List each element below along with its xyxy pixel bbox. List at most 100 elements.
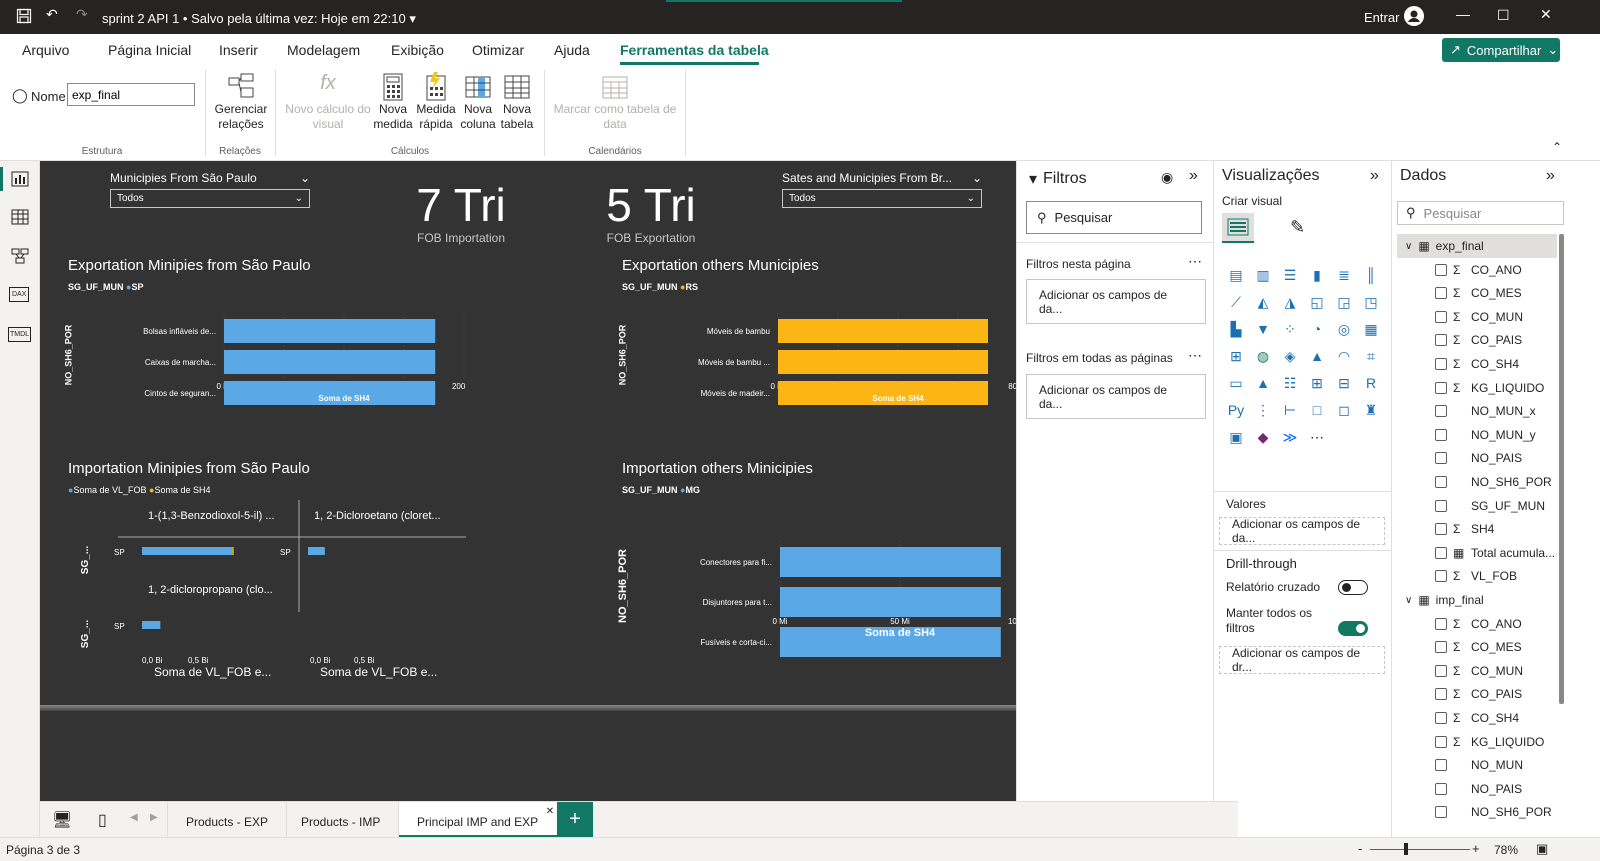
gauge-icon[interactable]: ◠ bbox=[1332, 345, 1356, 367]
field-checkbox[interactable] bbox=[1435, 735, 1447, 748]
quick-measure-button[interactable]: Medida rápida bbox=[415, 72, 457, 132]
filters-search-input[interactable]: ⚲ Pesquisar bbox=[1026, 201, 1202, 234]
field-item[interactable]: ▦ Total acumula... bbox=[1435, 541, 1555, 565]
table-icon[interactable]: ⊞ bbox=[1305, 372, 1329, 394]
clustered-column-chart-icon[interactable]: ▮ bbox=[1305, 264, 1329, 286]
add-page-filter-well[interactable]: Adicionar os campos de da... bbox=[1026, 279, 1206, 324]
signin-link[interactable]: Entrar bbox=[1364, 10, 1399, 25]
line-clustered-column-icon[interactable]: ◲ bbox=[1332, 291, 1356, 313]
donut-chart-icon[interactable]: ◎ bbox=[1332, 318, 1356, 340]
format-visual-tab[interactable]: ✎ bbox=[1290, 217, 1305, 238]
drill-through-well[interactable]: Adicionar os campos de dr... bbox=[1219, 646, 1385, 674]
field-item[interactable]: NO_PAIS bbox=[1435, 777, 1522, 801]
prev-page-icon[interactable]: ◀ bbox=[130, 812, 138, 823]
r-visual-icon[interactable]: R bbox=[1359, 372, 1383, 394]
field-item[interactable]: Σ CO_PAIS bbox=[1435, 682, 1522, 706]
collapse-pane-icon[interactable]: » bbox=[1189, 167, 1198, 185]
field-checkbox[interactable] bbox=[1435, 428, 1447, 441]
area-chart-icon[interactable]: ◭ bbox=[1251, 291, 1275, 313]
menu-ferramentas-tabela[interactable]: Ferramentas da tabela bbox=[620, 42, 769, 58]
field-item[interactable]: Σ CO_ANO bbox=[1435, 612, 1522, 636]
funnel-chart-icon[interactable]: ▼ bbox=[1251, 318, 1275, 340]
decomposition-tree-icon[interactable]: ⊢ bbox=[1278, 399, 1302, 421]
zoom-in-button[interactable]: + bbox=[1472, 841, 1480, 856]
model-view-icon[interactable] bbox=[11, 248, 29, 267]
mark-as-date-table-button[interactable]: Marcar como tabela de data bbox=[552, 72, 678, 132]
filled-map-icon[interactable]: ◍ bbox=[1251, 345, 1275, 367]
field-checkbox[interactable] bbox=[1435, 546, 1447, 559]
field-checkbox[interactable] bbox=[1435, 759, 1447, 772]
desktop-layout-icon[interactable]: 🖥 bbox=[52, 810, 72, 830]
kpi-icon[interactable]: ▲ bbox=[1251, 372, 1275, 394]
field-checkbox[interactable] bbox=[1435, 712, 1447, 724]
field-checkbox[interactable] bbox=[1435, 570, 1447, 583]
chart-import-sp[interactable]: Importation Minipies from São Paulo ●Som… bbox=[68, 460, 468, 682]
avatar[interactable] bbox=[1404, 6, 1424, 26]
field-item[interactable]: NO_MUN_x bbox=[1435, 399, 1536, 423]
paginated-report-icon[interactable]: ▣ bbox=[1224, 426, 1248, 448]
table-view-icon[interactable] bbox=[11, 209, 29, 228]
multi-row-card-icon[interactable]: ▭ bbox=[1224, 372, 1248, 394]
fit-to-page-icon[interactable]: ▣ bbox=[1536, 841, 1548, 857]
menu-arquivo[interactable]: Arquivo bbox=[22, 42, 69, 58]
new-visual-calculation-button[interactable]: fx Novo cálculo do visual bbox=[282, 72, 374, 132]
field-checkbox[interactable] bbox=[1435, 782, 1447, 795]
field-item[interactable]: Σ CO_PAIS bbox=[1435, 328, 1522, 352]
field-checkbox[interactable] bbox=[1435, 287, 1447, 300]
collapse-pane-icon[interactable]: » bbox=[1546, 167, 1555, 185]
field-checkbox[interactable] bbox=[1435, 617, 1447, 630]
matrix-icon[interactable]: ⊟ bbox=[1332, 372, 1356, 394]
slicer-dropdown[interactable]: Todos ⌄ bbox=[110, 189, 310, 208]
field-item[interactable]: NO_MUN_y bbox=[1435, 423, 1536, 447]
menu-inserir[interactable]: Inserir bbox=[219, 42, 258, 58]
field-item[interactable]: NO_PAIS bbox=[1435, 446, 1522, 470]
chart-export-sp[interactable]: Exportation Minipies from São Paulo SG_U… bbox=[63, 257, 468, 447]
field-item[interactable]: Σ CO_SH4 bbox=[1435, 706, 1519, 730]
menu-exibicao[interactable]: Exibição bbox=[391, 42, 444, 58]
power-apps-icon[interactable]: ◆ bbox=[1251, 426, 1275, 448]
save-icon[interactable] bbox=[16, 8, 32, 27]
scrollbar[interactable] bbox=[1559, 234, 1564, 704]
shape-map-icon[interactable]: ◈ bbox=[1278, 345, 1302, 367]
field-item[interactable]: Σ VL_FOB bbox=[1435, 564, 1517, 588]
goals-icon[interactable]: ♜ bbox=[1359, 399, 1383, 421]
share-button[interactable]: ↗ Compartilhar ⌄ bbox=[1442, 38, 1560, 62]
tab-products-exp[interactable]: Products - EXP bbox=[167, 802, 288, 838]
stacked-bar-chart-icon[interactable]: ▤ bbox=[1224, 264, 1248, 286]
close-tab-icon[interactable]: ✕ bbox=[546, 806, 554, 817]
new-table-button[interactable]: Nova tabela bbox=[497, 72, 537, 132]
tmdl-view-icon[interactable]: TMDL bbox=[8, 327, 32, 342]
field-item[interactable]: NO_SH6_POR bbox=[1435, 800, 1552, 824]
field-checkbox[interactable] bbox=[1435, 499, 1447, 512]
field-checkbox[interactable] bbox=[1435, 641, 1447, 654]
chevron-down-icon[interactable]: ⌄ bbox=[300, 171, 310, 185]
narrative-icon[interactable]: ◻ bbox=[1332, 399, 1356, 421]
mobile-layout-icon[interactable]: ▯ bbox=[98, 810, 107, 830]
eye-icon[interactable]: ◉ bbox=[1161, 169, 1173, 186]
field-checkbox[interactable] bbox=[1435, 405, 1447, 418]
field-item[interactable]: Σ CO_MUN bbox=[1435, 659, 1523, 683]
chevron-down-icon[interactable]: ∨ bbox=[1405, 595, 1412, 606]
report-view-icon[interactable] bbox=[11, 171, 29, 190]
field-checkbox[interactable] bbox=[1435, 523, 1447, 536]
menu-pagina-inicial[interactable]: Página Inicial bbox=[108, 42, 191, 58]
100-bar-chart-icon[interactable]: ≣ bbox=[1332, 264, 1356, 286]
new-column-button[interactable]: Nova coluna bbox=[458, 72, 498, 132]
close-icon[interactable]: ✕ bbox=[1540, 6, 1552, 23]
field-item[interactable]: Σ SH4 bbox=[1435, 517, 1494, 541]
field-item[interactable]: Σ CO_SH4 bbox=[1435, 352, 1519, 376]
field-checkbox[interactable] bbox=[1435, 688, 1447, 701]
field-item[interactable]: Σ CO_MES bbox=[1435, 635, 1522, 659]
scatter-chart-icon[interactable]: ⁘ bbox=[1278, 318, 1302, 340]
map-icon[interactable]: ⊞ bbox=[1224, 345, 1248, 367]
more-options-icon[interactable]: ⋯ bbox=[1188, 347, 1202, 364]
get-more-visuals-icon[interactable]: ⋯ bbox=[1305, 426, 1329, 448]
tab-products-imp[interactable]: Products - IMP bbox=[283, 802, 400, 838]
undo-icon[interactable]: ↶ bbox=[46, 6, 58, 23]
python-visual-icon[interactable]: Py bbox=[1224, 399, 1248, 421]
minimize-icon[interactable]: — bbox=[1456, 6, 1470, 22]
field-item[interactable]: Σ CO_ANO bbox=[1435, 258, 1522, 282]
add-all-pages-filter-well[interactable]: Adicionar os campos de da... bbox=[1026, 374, 1206, 419]
zoom-thumb[interactable] bbox=[1404, 843, 1408, 855]
azure-map-icon[interactable]: ▲ bbox=[1305, 345, 1329, 367]
